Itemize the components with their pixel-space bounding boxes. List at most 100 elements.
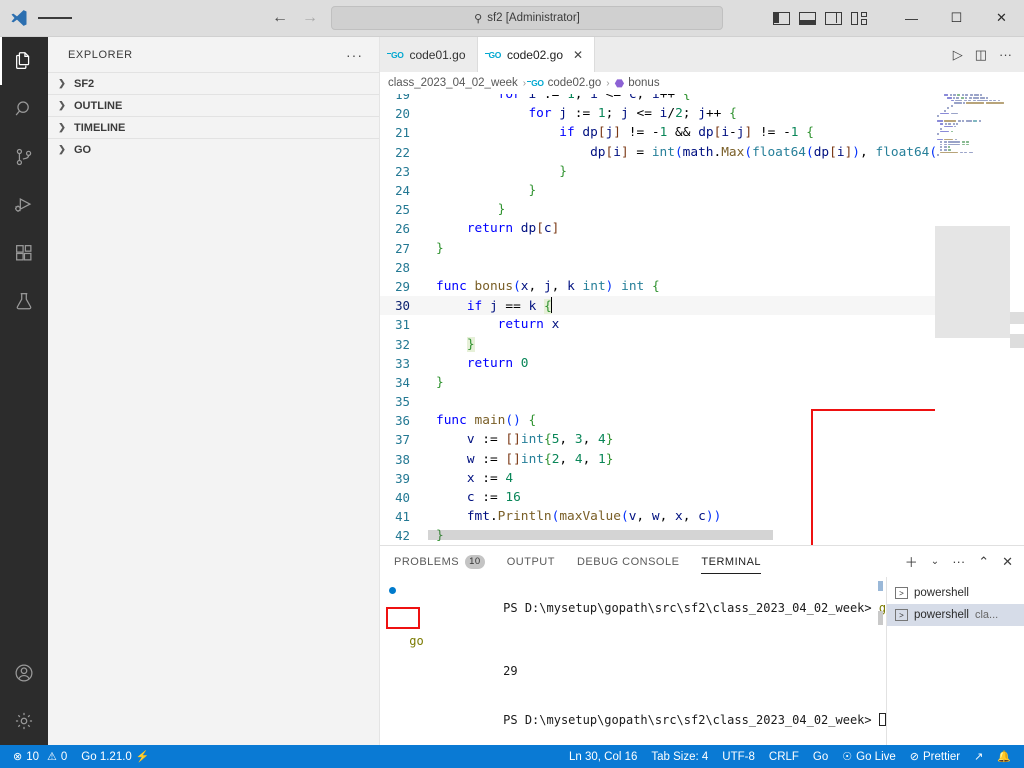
maximize-panel-button[interactable]: ⌃ bbox=[978, 554, 989, 570]
code-line[interactable]: 32 } bbox=[380, 334, 935, 353]
sidebar-section-timeline[interactable]: ❯ TIMELINE bbox=[48, 116, 379, 138]
activity-item-extensions[interactable] bbox=[0, 229, 48, 277]
status-go-live[interactable]: ☉ Go Live bbox=[835, 745, 903, 768]
sidebar-section-outline[interactable]: ❯ OUTLINE bbox=[48, 94, 379, 116]
encoding-label: UTF-8 bbox=[722, 750, 755, 763]
code-line[interactable]: 22 dp[i] = int(math.Max(float64(dp[i]), … bbox=[380, 143, 935, 162]
editor-more-actions-button[interactable]: ··· bbox=[999, 47, 1012, 62]
code-line[interactable]: 35 bbox=[380, 392, 935, 411]
status-language-mode[interactable]: Go bbox=[806, 745, 835, 768]
editor-vertical-scrollbar[interactable] bbox=[1010, 94, 1024, 545]
terminal-dropdown-button[interactable]: ⌄ bbox=[931, 556, 939, 567]
status-feedback[interactable]: ↗ bbox=[967, 745, 990, 768]
code-line[interactable]: 39 x := 4 bbox=[380, 469, 935, 488]
code-line[interactable]: 21 if dp[j] != -1 && dp[i-j] != -1 { bbox=[380, 123, 935, 142]
panel-tab-output[interactable]: OUTPUT bbox=[507, 546, 555, 577]
go-forward-button[interactable]: → bbox=[302, 10, 318, 26]
status-encoding[interactable]: UTF-8 bbox=[715, 745, 762, 768]
breadcrumb-item-symbol[interactable]: ⬣ bonus bbox=[615, 77, 660, 90]
terminal-list-item-1[interactable]: > powershell bbox=[887, 582, 1024, 604]
editor-horizontal-scrollbar[interactable] bbox=[428, 530, 935, 540]
source-control-icon bbox=[16, 148, 32, 166]
minimap-segment bbox=[960, 97, 964, 99]
command-center-value: sf2 [Administrator] bbox=[487, 12, 580, 24]
close-panel-button[interactable]: ✕ bbox=[1002, 554, 1013, 570]
code-line[interactable]: 37 v := []int{5, 3, 4} bbox=[380, 430, 935, 449]
activity-item-explorer[interactable] bbox=[0, 37, 48, 85]
panel-tab-problems[interactable]: PROBLEMS 10 bbox=[394, 546, 485, 577]
command-center-search[interactable]: ⚲ sf2 [Administrator] bbox=[331, 6, 723, 30]
line-number: 36 bbox=[395, 413, 410, 429]
activity-item-testing[interactable] bbox=[0, 277, 48, 325]
minimize-button[interactable]: — bbox=[889, 0, 934, 37]
new-terminal-button[interactable]: ＋ bbox=[905, 552, 918, 571]
hscrollbar-thumb[interactable] bbox=[428, 530, 773, 540]
terminal-cursor bbox=[878, 713, 886, 726]
code-line[interactable]: 24 } bbox=[380, 181, 935, 200]
panel-tab-terminal[interactable]: TERMINAL bbox=[701, 546, 761, 577]
code-line[interactable]: 25 } bbox=[380, 200, 935, 219]
sidebar-section-label: GO bbox=[74, 143, 92, 156]
editor-minimap[interactable] bbox=[935, 94, 1010, 545]
go-back-button[interactable]: ← bbox=[272, 10, 288, 26]
activity-item-accounts[interactable] bbox=[0, 649, 48, 697]
tab-close-button[interactable]: ✕ bbox=[573, 48, 583, 62]
activity-item-run-and-debug[interactable] bbox=[0, 181, 48, 229]
code-line[interactable]: 36 func main() { bbox=[380, 411, 935, 430]
tab-code02-go[interactable]: GO code02.go ✕ bbox=[477, 37, 596, 72]
status-tab-size[interactable]: Tab Size: 4 bbox=[644, 745, 715, 768]
code-line[interactable]: 38 w := []int{2, 4, 1} bbox=[380, 450, 935, 469]
terminal-view[interactable]: PS D:\mysetup\gopath\src\sf2\class_2023_… bbox=[380, 577, 886, 745]
code-line[interactable]: 34} bbox=[380, 373, 935, 392]
code-line[interactable]: 41 fmt.Println(maxValue(v, w, x, c)) bbox=[380, 507, 935, 526]
code-line[interactable]: 30 if j == k { bbox=[380, 296, 935, 316]
code-line[interactable]: 29 func bonus(x, j, k int) int { bbox=[380, 277, 935, 296]
customize-layout-button[interactable] bbox=[851, 11, 868, 26]
code-line[interactable]: 33 return 0 bbox=[380, 354, 935, 373]
breadcrumb-item-folder[interactable]: class_2023_04_02_week bbox=[388, 77, 518, 89]
code-editor[interactable]: 19 for i := 1; i <= c; i++ {20 for j := … bbox=[380, 94, 1024, 545]
status-notifications[interactable]: 🔔 bbox=[990, 745, 1018, 768]
activity-item-settings[interactable] bbox=[0, 697, 48, 745]
breadcrumb-item-file[interactable]: GO code02.go bbox=[526, 77, 601, 89]
sidebar-section-sf2[interactable]: ❯ SF2 bbox=[48, 72, 379, 94]
code-line[interactable]: 27} bbox=[380, 239, 935, 258]
line-content: } bbox=[559, 163, 567, 179]
status-eol[interactable]: CRLF bbox=[762, 745, 806, 768]
minimap-slider[interactable] bbox=[935, 226, 1010, 338]
code-line[interactable]: 31 return x bbox=[380, 315, 935, 334]
panel-more-actions-button[interactable]: ··· bbox=[952, 554, 965, 569]
status-cursor-position[interactable]: Ln 30, Col 16 bbox=[562, 745, 644, 768]
terminal-scrollbar[interactable] bbox=[878, 581, 883, 625]
status-prettier[interactable]: ⊘ Prettier bbox=[903, 745, 967, 768]
split-editor-button[interactable]: ◫ bbox=[975, 47, 987, 63]
close-button[interactable]: ✕ bbox=[979, 0, 1024, 37]
code-line[interactable]: 23 } bbox=[380, 162, 935, 181]
scrollbar-thumb[interactable] bbox=[1010, 312, 1024, 324]
maximize-button[interactable]: ☐ bbox=[934, 0, 979, 37]
tab-label: code02.go bbox=[506, 47, 563, 62]
toggle-secondary-sidebar-button[interactable] bbox=[825, 11, 842, 26]
code-line[interactable]: 20 for j := 1; j <= i/2; j++ { bbox=[380, 104, 935, 123]
code-line[interactable]: 40 c := 16 bbox=[380, 488, 935, 507]
toggle-panel-button[interactable] bbox=[799, 11, 816, 26]
activity-item-search[interactable] bbox=[0, 85, 48, 133]
activity-item-source-control[interactable] bbox=[0, 133, 48, 181]
code-line[interactable]: 19 for i := 1; i <= c; i++ { bbox=[380, 94, 935, 104]
tab-label: code01.go bbox=[409, 47, 466, 62]
scrollbar-thumb-2[interactable] bbox=[1010, 334, 1024, 348]
status-go-version[interactable]: Go 1.21.0 ⚡ bbox=[74, 745, 156, 768]
breadcrumb-label: bonus bbox=[628, 77, 660, 89]
code-line[interactable]: 26 return dp[c] bbox=[380, 219, 935, 238]
menu-button[interactable] bbox=[38, 15, 72, 22]
sidebar-more-actions[interactable]: ··· bbox=[346, 47, 363, 63]
tab-code01-go[interactable]: GO code01.go bbox=[380, 37, 478, 72]
panel-tab-debug-console[interactable]: DEBUG CONSOLE bbox=[577, 546, 679, 577]
toggle-primary-sidebar-button[interactable] bbox=[773, 11, 790, 26]
code-line[interactable]: 28 bbox=[380, 258, 935, 277]
sidebar-section-go[interactable]: ❯ GO bbox=[48, 138, 379, 160]
run-go-file-button[interactable]: ▷ bbox=[953, 47, 963, 63]
terminal-list-item-2[interactable]: > powershell cla... bbox=[887, 604, 1024, 626]
status-problems[interactable]: ⊗ 10 ⚠ 0 bbox=[6, 745, 74, 768]
minimap-segment bbox=[953, 97, 956, 99]
